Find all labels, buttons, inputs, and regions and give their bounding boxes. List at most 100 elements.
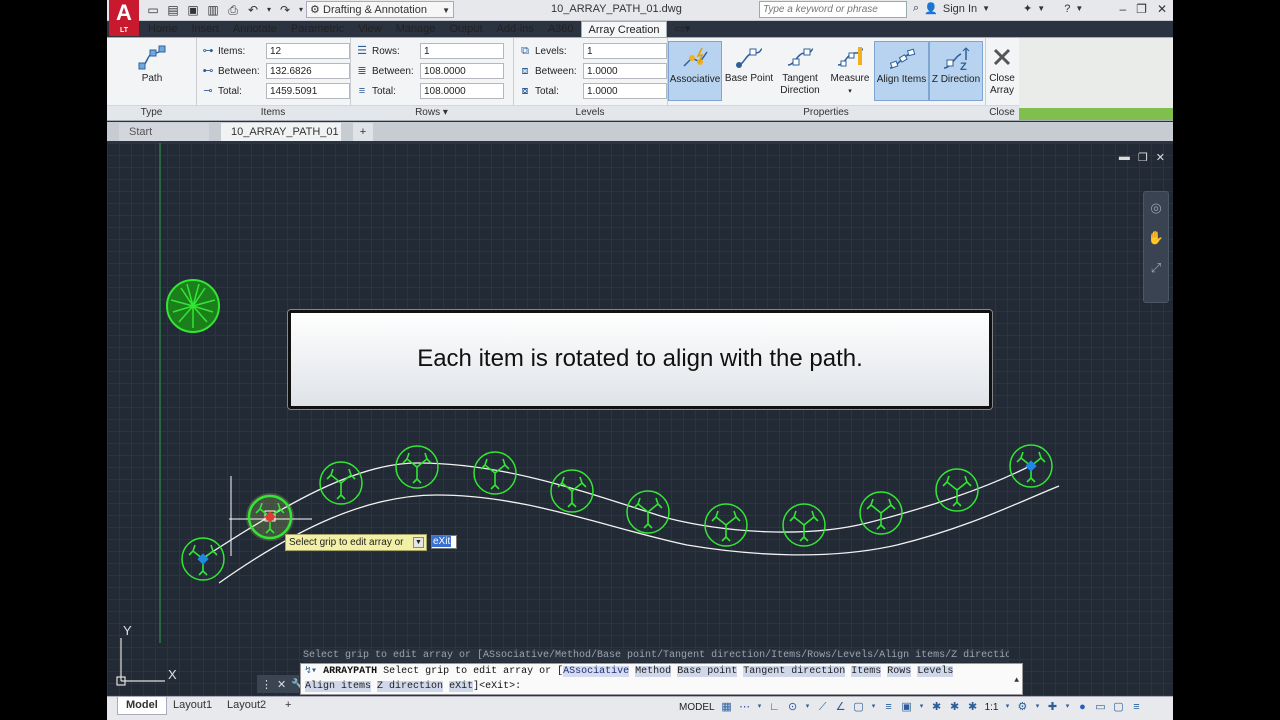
close-icon[interactable]: ✕ xyxy=(1157,2,1167,16)
drawing-canvas[interactable]: Y X ▬ ❐ ✕ ◎ ✋ ⤢ Each item is rotated to … xyxy=(107,143,1173,696)
object-snap-icon[interactable]: ▢ xyxy=(853,700,865,714)
minimize-icon[interactable]: – xyxy=(1119,2,1126,16)
redo-icon[interactable]: ↷ xyxy=(277,2,293,18)
annotation-scale-icon[interactable]: ✱ xyxy=(931,700,943,714)
undo-icon[interactable]: ↶ xyxy=(245,2,261,18)
close-array-button[interactable]: Close Array xyxy=(985,41,1019,101)
ortho-icon[interactable]: ∟ xyxy=(769,700,781,714)
associative-button[interactable]: Associative xyxy=(668,41,722,101)
measure-button[interactable]: Measure ▾ xyxy=(825,41,875,101)
isolate-objects-icon[interactable]: ▭ xyxy=(1094,700,1106,714)
cmd-option-method[interactable]: Method xyxy=(635,666,672,677)
autoscale-icon[interactable]: ✱ xyxy=(967,700,979,714)
exchange-icon[interactable]: ✦ xyxy=(1023,2,1032,15)
restore-icon[interactable]: ❐ xyxy=(1136,2,1147,16)
ribbon-options-icon[interactable]: ▭▾ xyxy=(667,21,699,37)
rows-count-input[interactable] xyxy=(420,43,504,59)
hardware-acceleration-icon[interactable]: ● xyxy=(1076,700,1088,714)
open-file-icon[interactable]: ▤ xyxy=(165,2,181,18)
chevron-down-icon[interactable]: ▼ xyxy=(982,4,990,13)
levels-count-input[interactable] xyxy=(583,43,667,59)
add-layout-button[interactable]: + xyxy=(277,697,299,714)
application-menu-button[interactable]: A LT xyxy=(109,0,139,36)
tab-layout1[interactable]: Layout1 xyxy=(165,697,220,714)
tab-manage[interactable]: Manage xyxy=(389,21,443,37)
plus-icon[interactable]: ✚ xyxy=(1046,700,1058,714)
grip-handle-icon[interactable]: ⋮ xyxy=(261,678,272,691)
chevron-down-icon[interactable]: ▾ xyxy=(757,700,763,714)
chevron-down-icon[interactable]: ▼ xyxy=(1075,4,1083,13)
selection-cycling-icon[interactable]: ▣ xyxy=(901,700,913,714)
cmd-option-items[interactable]: Items xyxy=(851,666,882,677)
model-space-label[interactable]: MODEL xyxy=(679,702,715,713)
scale-value[interactable]: 1:1 xyxy=(985,702,999,713)
binoculars-icon[interactable]: ⌕ xyxy=(913,2,919,15)
redo-dropdown-icon[interactable]: ▾ xyxy=(297,2,305,18)
lineweight-icon[interactable]: ≡ xyxy=(883,700,895,714)
items-total-input[interactable] xyxy=(266,83,350,99)
steering-wheel-icon[interactable]: ◎ xyxy=(1144,200,1168,222)
tab-insert[interactable]: Insert xyxy=(184,21,226,37)
cmd-option-exit[interactable]: eXit xyxy=(449,681,474,692)
chevron-down-icon[interactable]: ▾ xyxy=(1004,700,1010,714)
sign-in-link[interactable]: Sign In xyxy=(943,3,977,15)
restore-icon[interactable]: ❐ xyxy=(1138,151,1148,164)
polar-icon[interactable]: ⊙ xyxy=(787,700,799,714)
object-snap-tracking-icon[interactable]: ∠ xyxy=(835,700,847,714)
dynamic-input-field[interactable]: eXit xyxy=(431,535,457,549)
cmd-option-rows[interactable]: Rows xyxy=(887,666,912,677)
undo-dropdown-icon[interactable]: ▾ xyxy=(265,2,273,18)
chevron-down-icon[interactable]: ▾ xyxy=(805,700,811,714)
tab-view[interactable]: View xyxy=(351,21,389,37)
z-direction-button[interactable]: Z Z Direction xyxy=(929,41,983,101)
cmd-option-base-point[interactable]: Base point xyxy=(677,666,738,677)
annotation-visibility-icon[interactable]: ✱ xyxy=(949,700,961,714)
levels-total-input[interactable] xyxy=(583,83,667,99)
options-dropdown-icon[interactable]: ▼ xyxy=(413,537,424,548)
print-icon[interactable]: ⎙ xyxy=(225,2,241,18)
new-tab-button[interactable]: + xyxy=(353,123,373,141)
zoom-icon[interactable]: ⤢ xyxy=(1144,260,1168,282)
command-history-toggle-icon[interactable]: ▲ xyxy=(1014,673,1019,688)
chevron-down-icon[interactable]: ▾ xyxy=(1064,700,1070,714)
help-icon[interactable]: ? xyxy=(1064,3,1070,15)
tab-home[interactable]: Home xyxy=(141,21,184,37)
cmd-option-associative[interactable]: ASsociative xyxy=(563,666,630,677)
tab-layout2[interactable]: Layout2 xyxy=(219,697,274,714)
levels-between-input[interactable] xyxy=(583,63,667,79)
user-icon[interactable]: 👤 xyxy=(924,2,938,15)
tab-drawing[interactable]: 10_ARRAY_PATH_01 ✕ xyxy=(221,123,341,156)
chevron-down-icon[interactable]: ▾ xyxy=(871,700,877,714)
workspace-dropdown[interactable]: ⚙ Drafting & Annotation ▼ xyxy=(306,1,454,18)
clean-screen-icon[interactable]: ▢ xyxy=(1112,700,1124,714)
items-between-input[interactable] xyxy=(266,63,350,79)
tab-parametric[interactable]: Parametric xyxy=(284,21,351,37)
cmd-option-levels[interactable]: Levels xyxy=(917,666,954,677)
save-as-icon[interactable]: ▥ xyxy=(205,2,221,18)
new-file-icon[interactable]: ▭ xyxy=(145,2,161,18)
tab-array-creation[interactable]: Array Creation xyxy=(580,21,668,37)
align-items-button[interactable]: Align Items xyxy=(874,41,929,101)
chevron-down-icon[interactable]: ▼ xyxy=(1037,4,1045,13)
customization-icon[interactable]: ≡ xyxy=(1130,700,1142,714)
search-input[interactable]: Type a keyword or phrase xyxy=(759,1,907,18)
chevron-down-icon[interactable]: ▾ xyxy=(1034,700,1040,714)
path-button[interactable]: Path xyxy=(127,41,177,101)
cmd-option-z-direction[interactable]: Z direction xyxy=(377,681,444,692)
cmd-option-tangent-direction[interactable]: Tangent direction xyxy=(743,666,846,677)
tab-annotate[interactable]: Annotate xyxy=(226,21,284,37)
tangent-direction-button[interactable]: Tangent Direction xyxy=(775,41,825,101)
tab-a360[interactable]: A360 xyxy=(541,21,581,37)
rows-between-input[interactable] xyxy=(420,63,504,79)
tab-output[interactable]: Output xyxy=(443,21,490,37)
tab-model[interactable]: Model xyxy=(117,697,167,715)
save-icon[interactable]: ▣ xyxy=(185,2,201,18)
cmd-option-align-items[interactable]: Align items xyxy=(305,681,372,692)
gear-icon[interactable]: ⚙ xyxy=(1016,700,1028,714)
chevron-down-icon[interactable]: ▾ xyxy=(919,700,925,714)
tab-start[interactable]: Start xyxy=(119,123,209,141)
pan-icon[interactable]: ✋ xyxy=(1144,230,1168,252)
items-count-input[interactable] xyxy=(266,43,350,59)
base-point-button[interactable]: Base Point xyxy=(723,41,775,101)
close-icon[interactable]: ✕ xyxy=(277,678,286,691)
